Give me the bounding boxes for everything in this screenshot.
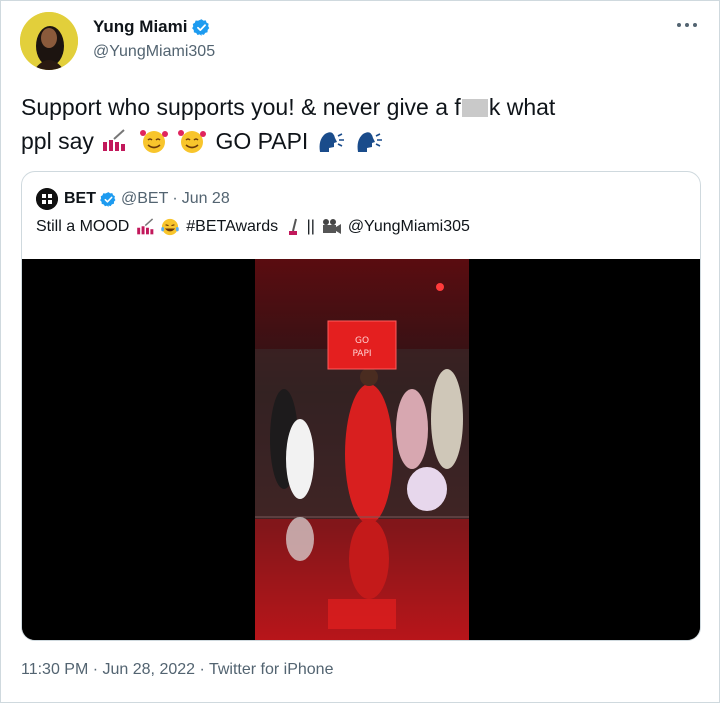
quoted-tweet[interactable]: BET @BET · Jun 28 Still a MOOD #BETAward… xyxy=(21,171,701,641)
quote-date[interactable]: Jun 28 xyxy=(182,190,230,208)
quote-mention[interactable]: @YungMiami305 xyxy=(348,218,470,236)
video-thumbnail[interactable]: GO PAPI xyxy=(22,259,700,640)
smiling-face-with-hearts-emoji-icon xyxy=(178,130,207,153)
bet-logo-icon xyxy=(36,188,58,210)
more-options-icon[interactable] xyxy=(675,15,699,35)
sign-text-line1: GO xyxy=(355,336,369,346)
microphone-emoji-icon xyxy=(288,218,297,235)
speaking-head-emoji-icon xyxy=(319,132,344,152)
sign-text-line2: PAPI xyxy=(352,349,371,359)
tweet-card: Yung Miami @YungMiami305 Support who sup… xyxy=(0,0,720,703)
tweet-text-part1: Support who supports you! & never give a… xyxy=(21,94,461,120)
quote-author-handle[interactable]: @BET xyxy=(121,190,168,208)
video-frame-image: GO PAPI xyxy=(22,259,700,640)
author-name[interactable]: Yung Miami xyxy=(93,17,187,37)
censor-block xyxy=(461,99,488,117)
profile-photo-icon xyxy=(20,12,78,70)
quote-text-part1: Still a MOOD xyxy=(36,218,130,235)
tweet-text: Support who supports you! & never give a… xyxy=(21,90,701,158)
quote-divider: || xyxy=(306,218,315,235)
tweet-text-part3: ppl say xyxy=(21,128,94,154)
tweet-text-part2: k what xyxy=(488,94,556,120)
nail-polish-emoji-icon xyxy=(136,218,154,235)
tweet-text-part4: GO PAPI xyxy=(215,128,309,154)
speaking-head-emoji-icon xyxy=(357,132,383,152)
nail-polish-emoji-icon xyxy=(103,129,126,151)
smiling-face-with-hearts-emoji-icon xyxy=(139,130,168,153)
tears-of-joy-emoji-icon xyxy=(160,218,179,236)
verified-badge-icon xyxy=(192,18,210,36)
movie-camera-emoji-icon xyxy=(323,219,342,234)
quote-hashtag[interactable]: #BETAwards xyxy=(186,218,278,236)
tweet-timestamp[interactable]: 11:30 PM · Jun 28, 2022 · Twitter for iP… xyxy=(21,661,333,679)
quote-author-name[interactable]: BET xyxy=(64,190,96,208)
verified-badge-icon xyxy=(100,191,116,207)
quote-text: Still a MOOD #BETAwards || @YungMiami305 xyxy=(36,217,470,237)
quote-separator: · xyxy=(172,190,178,207)
author-handle[interactable]: @YungMiami305 xyxy=(93,43,215,61)
avatar[interactable] xyxy=(20,12,78,70)
